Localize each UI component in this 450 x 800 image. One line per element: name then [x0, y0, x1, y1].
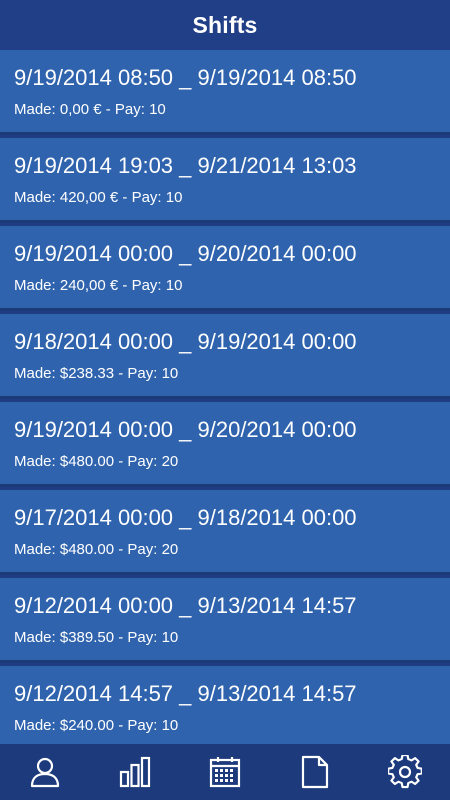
shift-summary: Made: 240,00 € - Pay: 10 [14, 277, 183, 294]
gear-icon [388, 755, 422, 789]
shift-dates: 9/19/2014 19:03 _ 9/21/2014 13:03 [14, 153, 357, 178]
shift-row[interactable]: 9/17/2014 00:00 _ 9/18/2014 00:00 Made: … [0, 490, 450, 575]
shift-summary: Made: $480.00 - Pay: 20 [14, 541, 179, 558]
shift-row[interactable]: 9/19/2014 08:50 _ 9/19/2014 08:50 Made: … [0, 50, 450, 135]
shift-summary: Made: 420,00 € - Pay: 10 [14, 189, 183, 206]
calendar-icon [209, 757, 241, 788]
bar-chart-icon [119, 756, 151, 788]
shift-summary: Made: $389.50 - Pay: 10 [14, 629, 179, 646]
shift-dates: 9/19/2014 00:00 _ 9/20/2014 00:00 [14, 417, 357, 442]
page-title: Shifts [192, 11, 258, 38]
shift-dates: 9/12/2014 14:57 _ 9/13/2014 14:57 [14, 681, 357, 706]
shift-row[interactable]: 9/19/2014 19:03 _ 9/21/2014 13:03 Made: … [0, 138, 450, 223]
shift-row[interactable]: 9/19/2014 00:00 _ 9/20/2014 00:00 Made: … [0, 226, 450, 311]
shift-summary: Made: 0,00 € - Pay: 10 [14, 101, 166, 118]
shift-list[interactable]: 9/19/2014 08:50 _ 9/19/2014 08:50 Made: … [0, 50, 450, 744]
shift-dates: 9/17/2014 00:00 _ 9/18/2014 00:00 [14, 505, 357, 530]
nav-stats-button[interactable] [90, 744, 180, 800]
shift-row[interactable]: 9/12/2014 00:00 _ 9/13/2014 14:57 Made: … [0, 578, 450, 663]
shift-dates: 9/18/2014 00:00 _ 9/19/2014 00:00 [14, 329, 357, 354]
shift-summary: Made: $240.00 - Pay: 10 [14, 717, 179, 734]
shift-dates: 9/19/2014 00:00 _ 9/20/2014 00:00 [14, 241, 357, 266]
shift-summary: Made: $480.00 - Pay: 20 [14, 453, 179, 470]
shift-dates: 9/12/2014 00:00 _ 9/13/2014 14:57 [14, 593, 357, 618]
shift-row[interactable]: 9/18/2014 00:00 _ 9/19/2014 00:00 Made: … [0, 314, 450, 399]
shift-summary: Made: $238.33 - Pay: 10 [14, 365, 179, 382]
shift-dates: 9/19/2014 08:50 _ 9/19/2014 08:50 [14, 65, 357, 90]
app-screen: Shifts 9/19/2014 08:50 _ 9/19/2014 08:50… [0, 0, 450, 800]
bottom-navigation [0, 744, 450, 800]
document-icon [301, 755, 329, 789]
nav-reports-button[interactable] [270, 744, 360, 800]
header-bar: Shifts [0, 0, 450, 50]
nav-calendar-button[interactable] [180, 744, 270, 800]
shift-row[interactable]: 9/19/2014 00:00 _ 9/20/2014 00:00 Made: … [0, 402, 450, 487]
person-icon [30, 757, 60, 788]
nav-settings-button[interactable] [360, 744, 450, 800]
nav-profile-button[interactable] [0, 744, 90, 800]
shift-row[interactable]: 9/12/2014 14:57 _ 9/13/2014 14:57 Made: … [0, 666, 450, 744]
